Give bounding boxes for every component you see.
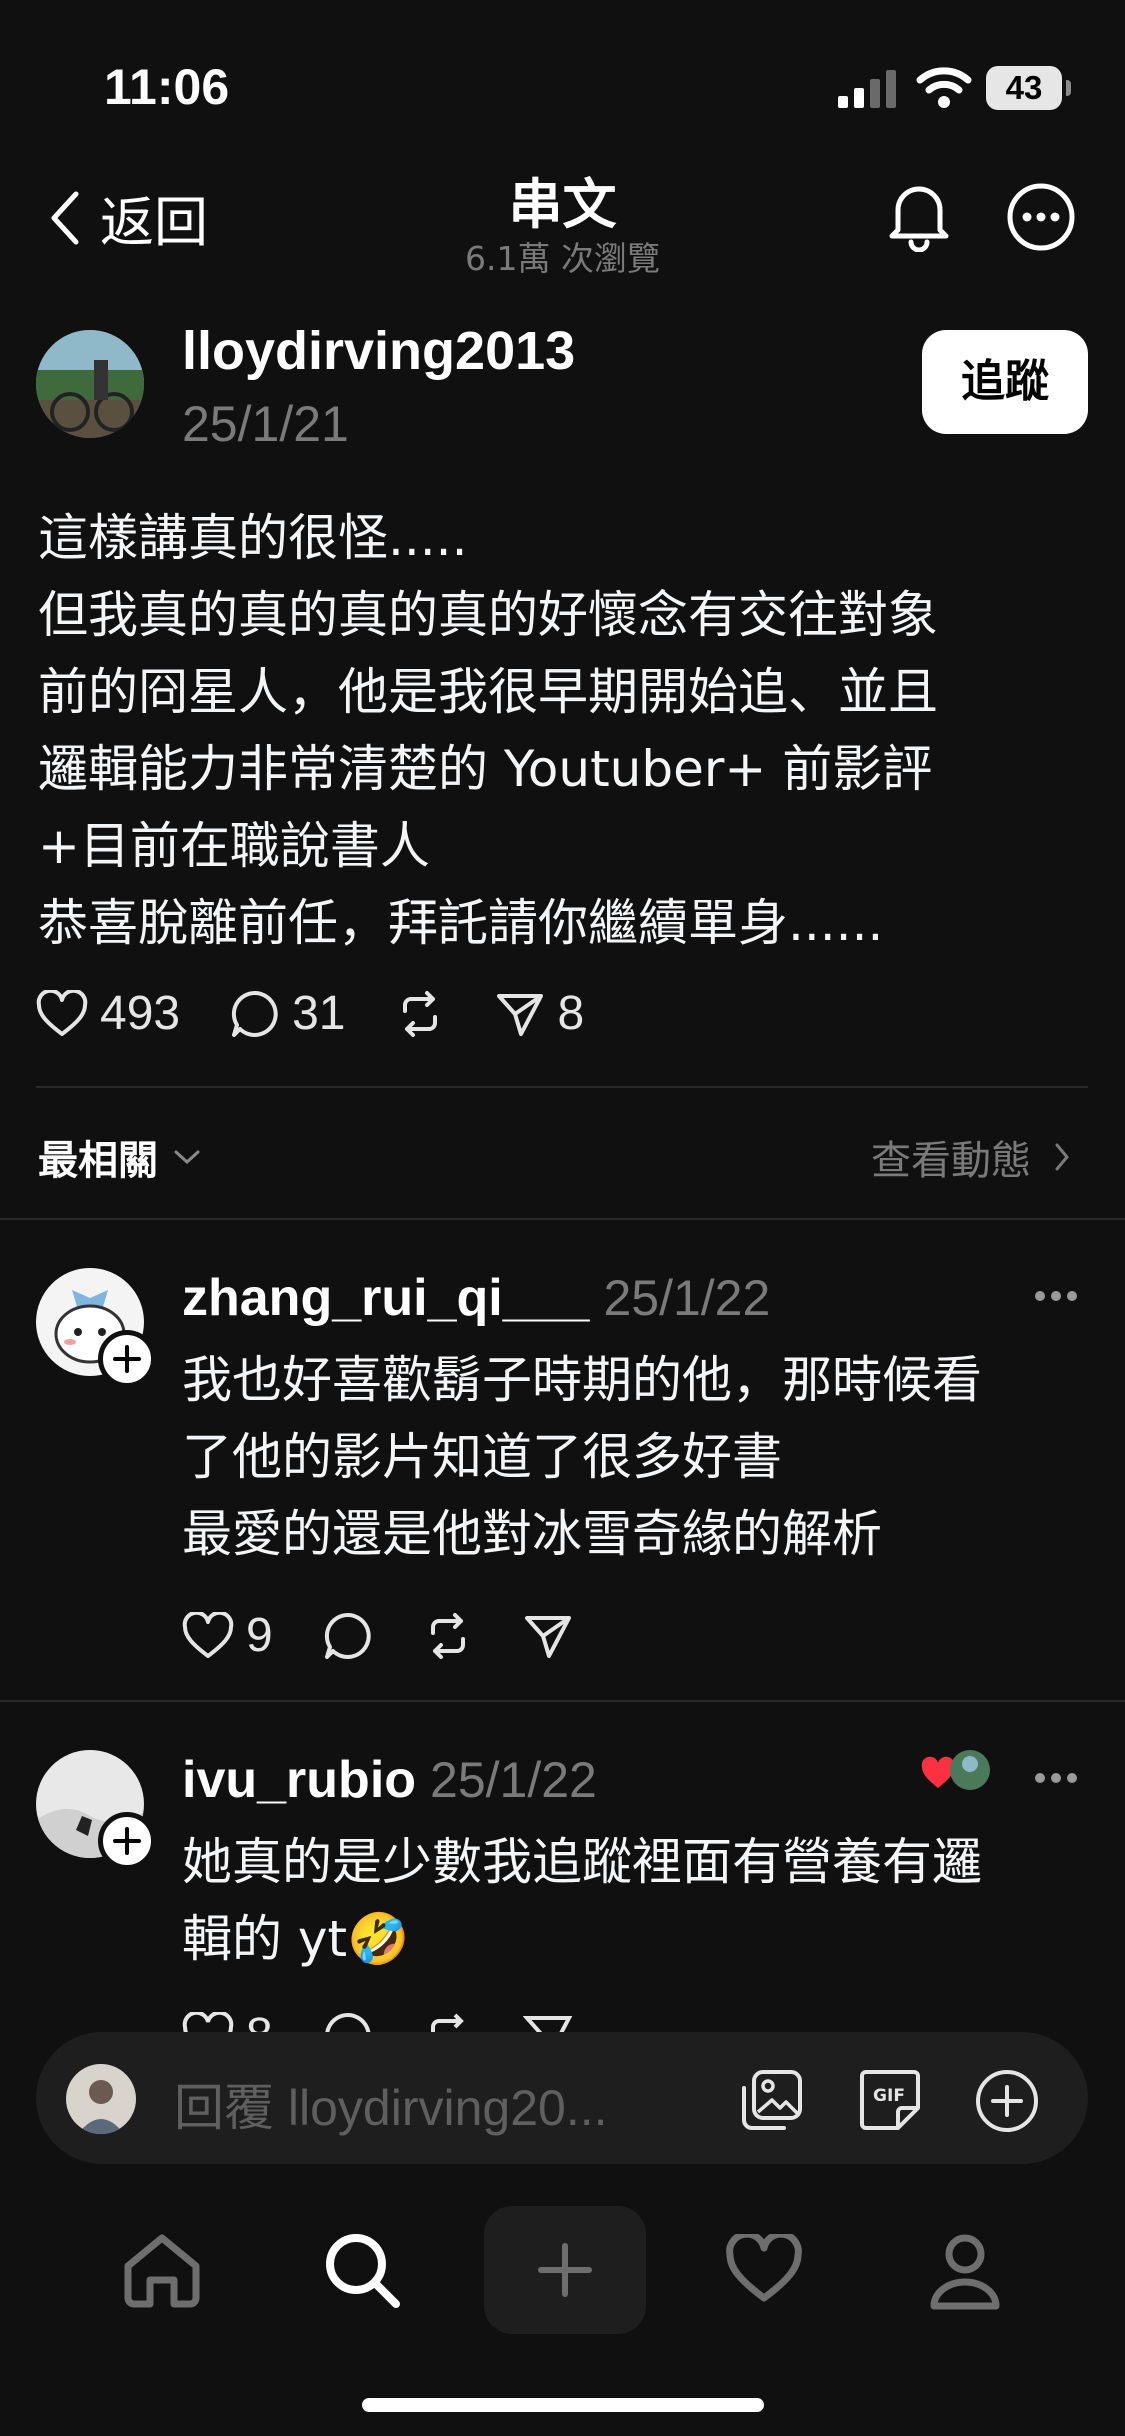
gif-icon[interactable]: GIF: [858, 2068, 922, 2132]
comment-share-button[interactable]: [522, 2012, 573, 2034]
comment-line: 輯的 yt🤣: [182, 1910, 410, 1968]
comment-body: 她真的是少數我追蹤裡面有營養有邏 輯的 yt🤣: [182, 1824, 982, 1978]
divider: [0, 1218, 1125, 1220]
heart-icon: [182, 2011, 234, 2034]
sort-label: 最相關: [38, 1138, 158, 1184]
comment-like-count: 8: [246, 2008, 273, 2034]
battery-indicator: 43: [986, 66, 1071, 110]
repost-icon: [403, 990, 438, 1037]
comment-share-button[interactable]: [523, 1612, 573, 1660]
divider: [0, 1700, 1125, 1702]
comment-body: 我也好喜歡鬍子時期的他，那時候看 了他的影片知道了很多好書 最愛的還是他對冰雪奇…: [182, 1342, 982, 1573]
comment-line: 了他的影片知道了很多好書: [182, 1428, 782, 1486]
comment-button[interactable]: 31: [230, 986, 345, 1041]
cellular-signal-icon: [838, 70, 896, 108]
like-count: 493: [100, 987, 181, 1040]
comment-like-button[interactable]: 9: [182, 1608, 273, 1663]
my-avatar: [66, 2064, 136, 2134]
comment-more-icon[interactable]: [1034, 1286, 1078, 1306]
comment-line: 她真的是少數我追蹤裡面有營養有邏: [182, 1833, 982, 1891]
page-title: 串文: [508, 173, 617, 236]
comment-icon: [231, 990, 278, 1037]
comment-repost-button[interactable]: [423, 2011, 473, 2035]
send-icon: [522, 2015, 573, 2034]
post-line: 前的冏星人，他是我很早期開始追、並且: [38, 663, 938, 721]
share-count: 8: [557, 987, 585, 1040]
comment-icon: [324, 2012, 371, 2034]
comment-icon: [324, 1612, 371, 1659]
comment-line: 最愛的還是他對冰雪奇緣的解析: [182, 1505, 882, 1563]
share-button[interactable]: 8: [495, 986, 584, 1041]
heart-icon: [36, 989, 88, 1036]
activity-label: 查看動態: [871, 1138, 1031, 1184]
reply-input[interactable]: 回覆 lloydirving20...: [174, 2068, 608, 2140]
plus-icon: [113, 1827, 141, 1855]
status-time: 11:06: [104, 59, 230, 115]
follow-button[interactable]: 追蹤: [922, 330, 1088, 434]
commenter-username[interactable]: zhang_rui_qi___: [182, 1269, 589, 1327]
send-icon: [497, 993, 544, 1036]
chevron-right-icon: [1055, 1143, 1069, 1171]
view-activity-link[interactable]: 查看動態: [871, 1128, 1071, 1186]
comment-actions: 9: [182, 1608, 623, 1663]
profile-icon[interactable]: [928, 2232, 1002, 2310]
post-date: 25/1/21: [182, 396, 349, 452]
comment-header: zhang_rui_qi___ 25/1/22: [182, 1268, 770, 1328]
author-avatar[interactable]: [36, 330, 144, 438]
sort-dropdown[interactable]: 最相關: [38, 1128, 202, 1186]
send-icon: [524, 1615, 571, 1658]
comment-more-icon[interactable]: [1034, 1768, 1078, 1788]
like-button[interactable]: 493: [36, 986, 180, 1041]
post-body: 這樣講真的很怪..... 但我真的真的真的真的好懷念有交往對象 前的冏星人，他是…: [38, 500, 1098, 962]
wifi-icon: [916, 67, 972, 108]
bell-icon[interactable]: [886, 180, 952, 252]
comment-like-button[interactable]: 8: [182, 2008, 273, 2034]
create-button[interactable]: [484, 2206, 646, 2334]
divider: [36, 1086, 1088, 1088]
post-line: 這樣講真的很怪.....: [38, 509, 468, 567]
comment-count: 31: [292, 987, 346, 1040]
repost-icon: [430, 1612, 465, 1659]
home-icon[interactable]: [122, 2232, 202, 2308]
comment-header: ivu_rubio 25/1/22: [182, 1750, 597, 1810]
commenter-avatar-wrap[interactable]: [36, 1750, 156, 1870]
more-options-icon[interactable]: [1006, 182, 1076, 252]
heart-icon[interactable]: [726, 2234, 802, 2304]
author-liked-badge: [921, 1750, 990, 1790]
svg-text:GIF: GIF: [873, 2086, 905, 2106]
chevron-down-icon: [174, 1150, 200, 1165]
comment-date: 25/1/22: [603, 1270, 771, 1326]
follow-plus-badge[interactable]: [98, 1330, 156, 1388]
repost-icon: [430, 2013, 464, 2033]
search-icon[interactable]: [322, 2230, 402, 2310]
comment-line: 我也好喜歡鬍子時期的他，那時候看: [182, 1351, 982, 1409]
view-count: 6.1萬 次瀏覽: [465, 239, 660, 278]
add-circle-icon[interactable]: [974, 2068, 1040, 2134]
author-username[interactable]: lloydirving2013: [182, 320, 575, 382]
post-line: +目前在職說書人: [38, 817, 430, 875]
repost-button[interactable]: [395, 989, 445, 1039]
comment-like-count: 9: [246, 1609, 273, 1662]
post-line: 但我真的真的真的真的好懷念有交往對象: [38, 586, 938, 644]
comment-repost-button[interactable]: [423, 1611, 473, 1661]
comment-actions-partial: 8: [182, 2008, 623, 2034]
post-line: 恭喜脫離前任，拜託請你繼續單身......: [38, 894, 884, 952]
comment-reply-button[interactable]: [323, 1611, 373, 1661]
follow-plus-badge[interactable]: [98, 1812, 156, 1870]
post-line: 邏輯能力非常清楚的 Youtuber+ 前影評: [38, 740, 933, 798]
plus-icon: [113, 1345, 141, 1373]
comment-date: 25/1/22: [430, 1752, 597, 1808]
comment-reply-button[interactable]: [323, 2011, 373, 2034]
commenter-username[interactable]: ivu_rubio: [182, 1751, 416, 1809]
post-actions: 493 31 8: [36, 986, 634, 1041]
plus-icon: [538, 2243, 592, 2297]
home-indicator: [362, 2398, 764, 2412]
commenter-avatar-wrap[interactable]: [36, 1268, 156, 1388]
gallery-icon[interactable]: [740, 2068, 804, 2132]
heart-icon: [182, 1611, 234, 1658]
